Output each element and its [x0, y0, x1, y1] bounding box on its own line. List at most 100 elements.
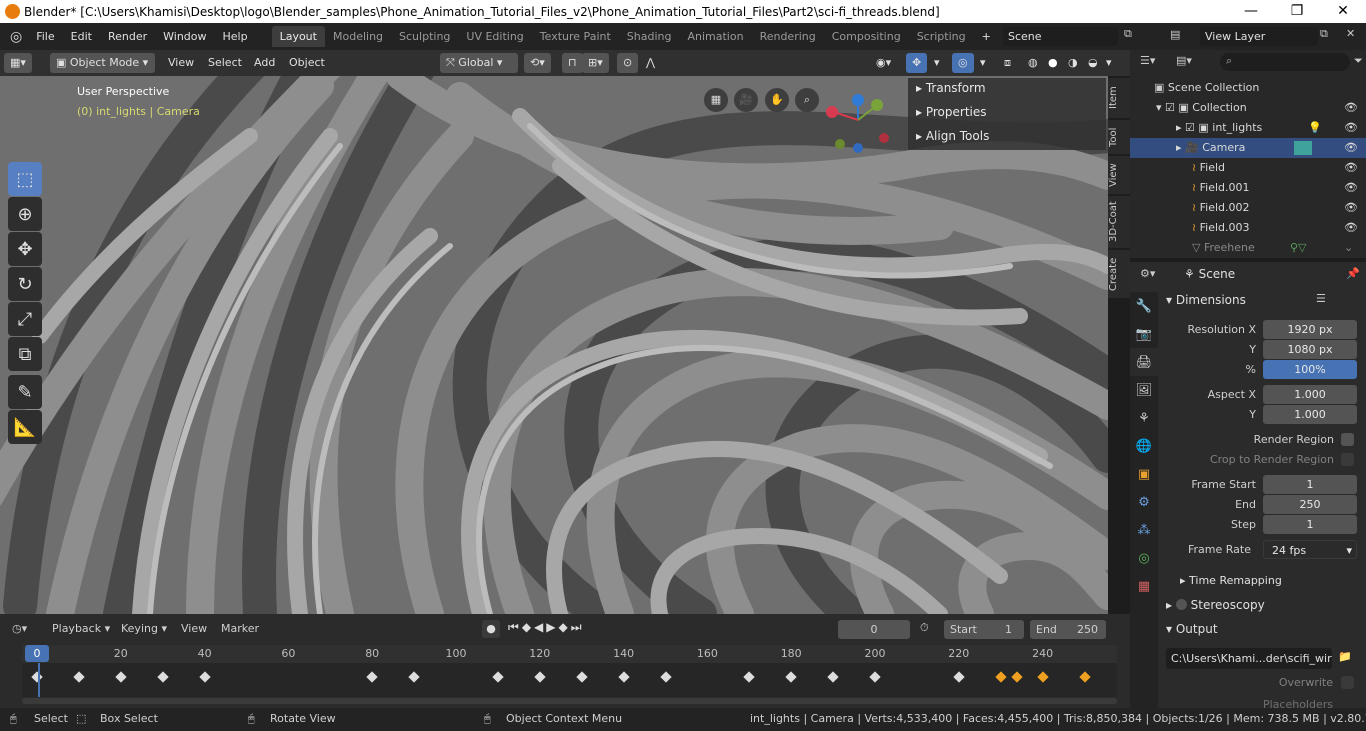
new-scene-icon[interactable]: ⧉ — [1124, 27, 1132, 41]
xray-icon[interactable]: ⧈ — [998, 53, 1017, 73]
outliner-item-field-002[interactable]: ≀ Field.002 👁 — [1130, 198, 1366, 218]
record-icon[interactable]: ● — [482, 620, 500, 638]
outliner-scene-collection[interactable]: ▣ Scene Collection — [1130, 78, 1366, 98]
mode-selector[interactable]: ▣ Object Mode ▾ — [50, 53, 155, 73]
checkbox-icon[interactable]: ☑ — [1185, 121, 1198, 134]
tab-scripting[interactable]: Scripting — [909, 26, 974, 47]
texture-tab-icon[interactable]: ▦ — [1130, 572, 1158, 600]
resolution-x-field[interactable]: 1920 px — [1263, 320, 1357, 339]
timeline-ruler[interactable]: 0 20 40 60 80 100 120 140 160 180 200 220 240 — [22, 645, 1117, 663]
tab-uv-editing[interactable]: UV Editing — [458, 26, 531, 47]
timeline-scrollbar[interactable] — [22, 698, 1117, 704]
selected-keyframe[interactable] — [1036, 671, 1049, 683]
sidebar-section-transform[interactable]: ▸ Transform — [916, 81, 986, 95]
menu-edit[interactable]: Edit — [63, 30, 100, 43]
blender-menu-icon[interactable]: ◎ — [0, 29, 28, 45]
tab-rendering[interactable]: Rendering — [752, 26, 824, 47]
tab-compositing[interactable]: Compositing — [824, 26, 909, 47]
add-workspace-icon[interactable]: + — [974, 30, 999, 43]
keyframe[interactable] — [31, 671, 43, 683]
keyframe[interactable] — [743, 671, 755, 683]
keyframe[interactable] — [492, 671, 504, 683]
sidebar-section-align-tools[interactable]: ▸ Align Tools — [916, 129, 989, 143]
frame-start-field[interactable]: 1 — [1263, 475, 1357, 494]
camera-view-icon[interactable]: 🎥 — [734, 88, 758, 112]
editor-type-icon[interactable]: ▦▾ — [4, 53, 32, 73]
aspect-x-field[interactable]: 1.000 — [1263, 385, 1357, 404]
pivot-point-icon[interactable]: ⟲▾ — [524, 53, 551, 73]
output-path-input[interactable]: C:\Users\Khami...der\scifi_wires\ — [1166, 648, 1332, 669]
measure-tool-icon[interactable]: 📐 — [8, 410, 42, 444]
sidebar-tab-item[interactable]: Item — [1108, 78, 1130, 118]
move-tool-icon[interactable]: ✥ — [8, 232, 42, 266]
proportional-edit-icon[interactable]: ⊙ — [617, 53, 639, 73]
sidebar-section-properties[interactable]: ▸ Properties — [916, 105, 987, 119]
keyframe[interactable] — [659, 671, 672, 683]
jump-start-icon[interactable]: ⏮ — [508, 620, 522, 634]
solid-shading-icon[interactable]: ● — [1042, 53, 1064, 73]
play-reverse-icon[interactable]: ◀ — [534, 620, 546, 634]
tab-modeling[interactable]: Modeling — [325, 26, 391, 47]
tool-tab-icon[interactable]: 🔧 — [1130, 292, 1158, 320]
next-keyframe-icon[interactable]: ◆ — [559, 620, 571, 634]
view-layer-selector[interactable]: View Layer — [1200, 27, 1318, 46]
crop-region-checkbox[interactable] — [1341, 453, 1354, 466]
menu-select[interactable]: Select — [202, 53, 248, 73]
eye-icon[interactable]: 👁 — [1344, 98, 1358, 118]
falloff-icon[interactable]: ⋀ — [640, 53, 661, 73]
scene-tab-icon[interactable]: ⚘ — [1130, 404, 1158, 432]
outliner-search-input[interactable]: ⌕ — [1220, 53, 1350, 71]
visibility-icon[interactable]: ◉▾ — [870, 53, 897, 73]
frame-rate-selector[interactable]: 24 fps ▾ — [1263, 540, 1357, 559]
expand-more-icon[interactable]: ⌄ — [1344, 238, 1353, 258]
scale-tool-icon[interactable]: ⤢ — [8, 302, 42, 336]
3d-viewport[interactable]: User Perspective (0) int_lights | Camera… — [0, 76, 1108, 614]
outliner-item-int-lights[interactable]: ▸ ☑ ▣ int_lights 💡 👁 — [1130, 118, 1366, 138]
jump-end-icon[interactable]: ⏭ — [571, 620, 585, 634]
new-view-layer-icon[interactable]: ⧉ — [1320, 27, 1328, 41]
prev-keyframe-icon[interactable]: ◆ — [522, 620, 534, 634]
presets-icon[interactable]: ☰ — [1316, 292, 1326, 305]
outliner-display-mode-icon[interactable]: ▤▾ — [1176, 54, 1192, 67]
dimensions-panel-header[interactable]: ▾ Dimensions — [1166, 293, 1246, 307]
sidebar-tab-view[interactable]: View — [1108, 156, 1130, 194]
gizmo-dropdown-icon[interactable]: ▾ — [928, 53, 946, 73]
snap-target-icon[interactable]: ⊞▾ — [582, 53, 609, 73]
selected-keyframe[interactable] — [995, 671, 1007, 683]
frame-end-field[interactable]: 250 — [1263, 495, 1357, 514]
expand-icon[interactable]: ▸ — [1176, 141, 1185, 154]
object-tab-icon[interactable]: ▣ — [1130, 460, 1158, 488]
cursor-tool-icon[interactable]: ⊕ — [8, 197, 42, 231]
keyframe[interactable] — [366, 671, 378, 683]
properties-editor-type-icon[interactable]: ⚙▾ — [1140, 267, 1155, 280]
keyframe[interactable] — [869, 671, 881, 683]
menu-help[interactable]: Help — [215, 30, 256, 43]
resolution-percentage-field[interactable]: 100% — [1263, 360, 1357, 379]
eye-icon[interactable]: 👁 — [1344, 138, 1358, 158]
menu-file[interactable]: File — [28, 30, 62, 43]
keyframe[interactable] — [198, 671, 211, 683]
tab-layout[interactable]: Layout — [271, 26, 325, 47]
axis-navigation-gizmo[interactable] — [822, 92, 894, 162]
tab-shading[interactable]: Shading — [619, 26, 680, 47]
render-region-checkbox[interactable] — [1341, 433, 1354, 446]
overlays-toggle-icon[interactable]: ◎ — [952, 53, 974, 73]
keyframe[interactable] — [534, 671, 546, 683]
end-frame-field[interactable]: End 250 — [1030, 620, 1106, 639]
tab-animation[interactable]: Animation — [679, 26, 751, 47]
eye-icon[interactable]: 👁 — [1344, 178, 1358, 198]
world-tab-icon[interactable]: 🌐 — [1130, 432, 1158, 460]
menu-render[interactable]: Render — [100, 30, 155, 43]
orientation-selector[interactable]: ⤧ Global ▾ — [440, 53, 518, 73]
keyframe[interactable] — [953, 671, 965, 683]
stereoscopy-checkbox[interactable] — [1175, 599, 1187, 610]
outliner-item-field[interactable]: ≀ Field 👁 — [1130, 158, 1366, 178]
physics-tab-icon[interactable]: ◎ — [1130, 544, 1158, 572]
selected-keyframe[interactable] — [1078, 671, 1091, 683]
render-tab-icon[interactable]: 📷 — [1130, 320, 1158, 348]
outliner-item-field-001[interactable]: ≀ Field.001 👁 — [1130, 178, 1366, 198]
start-frame-field[interactable]: Start 1 — [944, 620, 1024, 639]
output-tab-icon[interactable]: 🖨 — [1130, 348, 1158, 376]
folder-icon[interactable]: 📁 — [1338, 650, 1352, 663]
keying-menu[interactable]: Keying ▾ — [121, 622, 167, 635]
